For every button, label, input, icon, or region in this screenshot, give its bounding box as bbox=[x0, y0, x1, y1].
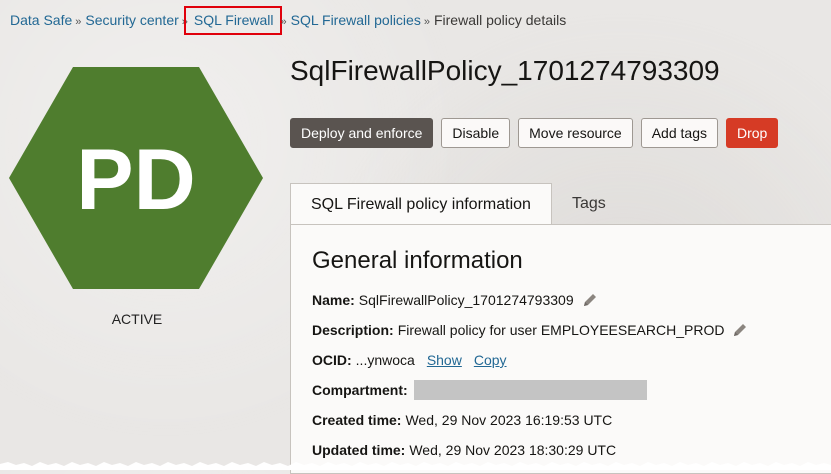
breadcrumb-separator: » bbox=[423, 16, 430, 28]
compartment-row: Compartment: bbox=[312, 380, 647, 400]
policy-initials: PD bbox=[76, 132, 195, 228]
ocid-label: OCID: bbox=[312, 352, 352, 368]
description-row: Description: Firewall policy for user EM… bbox=[312, 322, 748, 338]
action-bar: Deploy and enforce Disable Move resource… bbox=[290, 118, 786, 148]
created-time-label: Created time: bbox=[312, 412, 402, 428]
description-value: Firewall policy for user EMPLOYEESEARCH_… bbox=[397, 322, 725, 338]
breadcrumb-data-safe[interactable]: Data Safe bbox=[10, 12, 72, 28]
name-label: Name: bbox=[312, 292, 355, 308]
page-title: SqlFirewallPolicy_1701274793309 bbox=[290, 55, 720, 86]
deploy-and-enforce-button[interactable]: Deploy and enforce bbox=[290, 118, 434, 148]
ocid-copy-link[interactable]: Copy bbox=[474, 352, 507, 368]
breadcrumb-separator: » bbox=[75, 16, 82, 28]
tab-policy-information[interactable]: SQL Firewall policy information bbox=[290, 183, 552, 225]
edit-description-pencil-icon[interactable] bbox=[732, 322, 748, 338]
breadcrumb-current: Firewall policy details bbox=[433, 12, 567, 28]
ocid-show-link[interactable]: Show bbox=[427, 352, 462, 368]
breadcrumb-sql-firewall-policies[interactable]: SQL Firewall policies bbox=[291, 12, 421, 28]
policy-hexagon-icon: PD bbox=[9, 67, 263, 289]
tab-tags[interactable]: Tags bbox=[552, 183, 626, 225]
breadcrumb-separator: » bbox=[280, 16, 287, 28]
compartment-label: Compartment: bbox=[312, 382, 408, 398]
edit-name-pencil-icon[interactable] bbox=[582, 292, 598, 308]
breadcrumb-sql-firewall[interactable]: SQL Firewall bbox=[194, 12, 274, 28]
section-title: General information bbox=[312, 247, 523, 274]
drop-button[interactable]: Drop bbox=[725, 118, 779, 148]
breadcrumb: Data Safe» Security center» SQL Firewall» S… bbox=[10, 6, 567, 35]
add-tags-button[interactable]: Add tags bbox=[640, 118, 718, 148]
move-resource-button[interactable]: Move resource bbox=[518, 118, 633, 148]
ocid-value: ...ynwoca bbox=[355, 352, 415, 368]
updated-time-row: Updated time: Wed, 29 Nov 2023 18:30:29 … bbox=[312, 442, 616, 458]
created-time-value: Wed, 29 Nov 2023 16:19:53 UTC bbox=[405, 412, 613, 428]
compartment-redacted-value bbox=[413, 380, 647, 400]
name-row: Name: SqlFirewallPolicy_1701274793309 bbox=[312, 292, 598, 308]
status-label: ACTIVE bbox=[111, 311, 163, 327]
breadcrumb-security-center[interactable]: Security center bbox=[85, 12, 178, 28]
general-information-panel: General information Name: SqlFirewallPol… bbox=[290, 224, 831, 474]
name-value: SqlFirewallPolicy_1701274793309 bbox=[358, 292, 574, 308]
tab-bar: SQL Firewall policy information Tags bbox=[290, 183, 626, 225]
torn-edge bbox=[0, 462, 831, 470]
updated-time-value: Wed, 29 Nov 2023 18:30:29 UTC bbox=[409, 442, 617, 458]
disable-button[interactable]: Disable bbox=[441, 118, 511, 148]
ocid-row: OCID: ...ynwoca Show Copy bbox=[312, 352, 507, 368]
description-label: Description: bbox=[312, 322, 394, 338]
updated-time-label: Updated time: bbox=[312, 442, 406, 458]
created-time-row: Created time: Wed, 29 Nov 2023 16:19:53 … bbox=[312, 412, 612, 428]
breadcrumb-highlight-box: SQL Firewall bbox=[183, 6, 282, 35]
